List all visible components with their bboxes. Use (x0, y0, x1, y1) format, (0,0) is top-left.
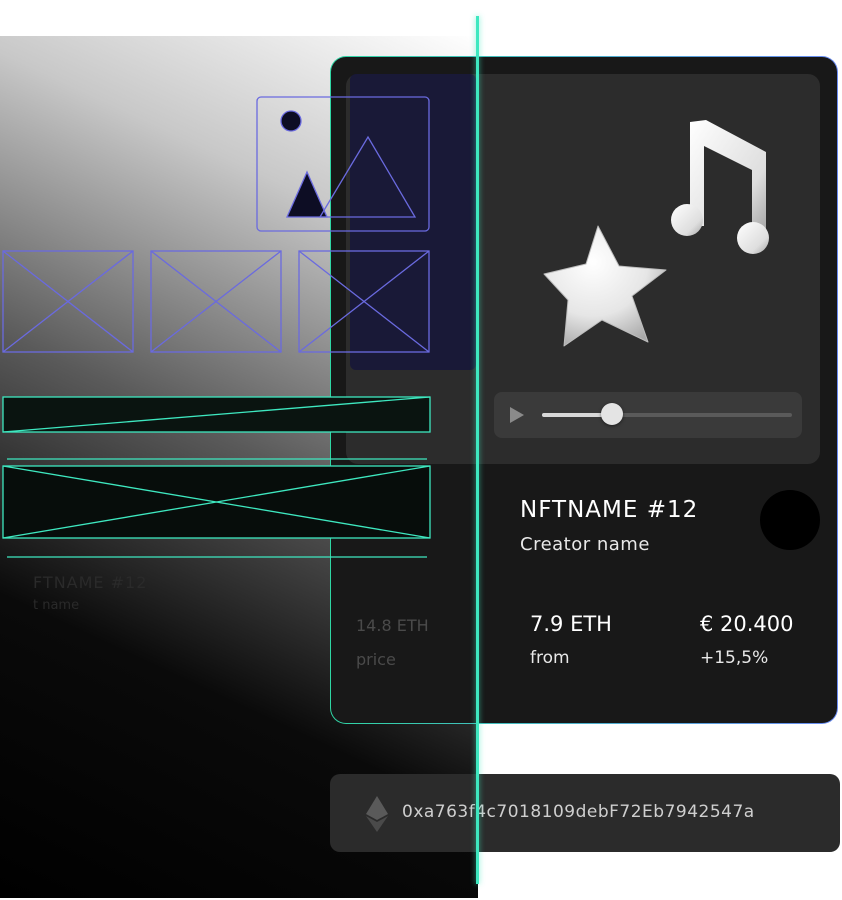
wireframe-overlay (2, 74, 476, 558)
thumbnail-placeholder (2, 250, 134, 353)
highlight-panel (350, 74, 476, 370)
info-placeholder (2, 458, 431, 558)
split-divider[interactable] (476, 16, 479, 884)
thumbnail-placeholder (150, 250, 282, 353)
player-placeholder (2, 396, 431, 433)
